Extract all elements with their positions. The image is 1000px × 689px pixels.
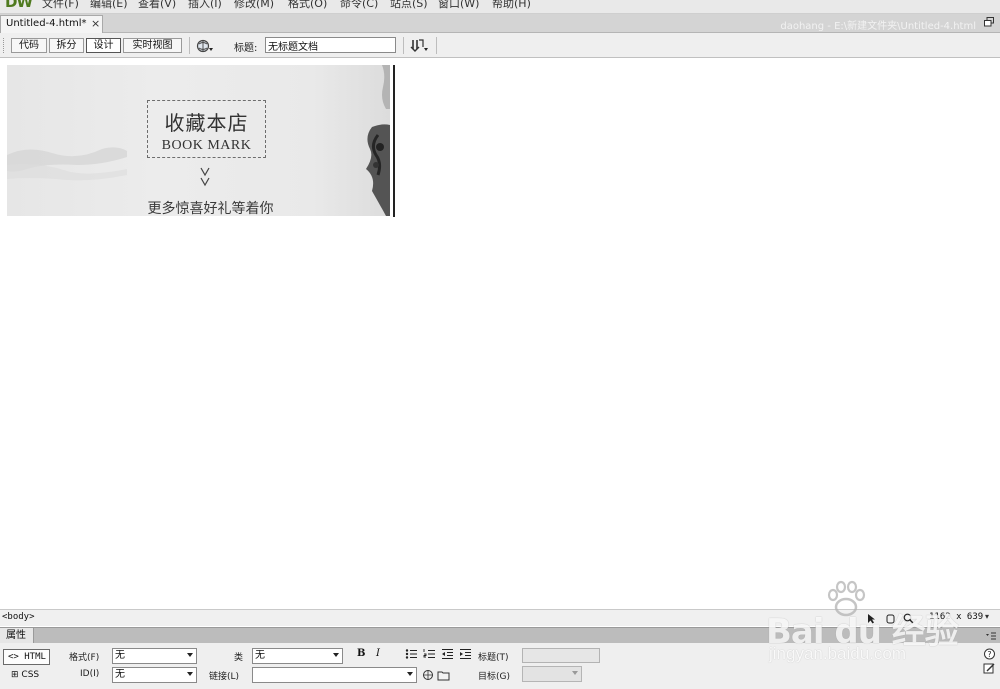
dreamweaver-logo: DW bbox=[5, 0, 33, 11]
bold-button[interactable]: B bbox=[357, 648, 365, 659]
menu-insert[interactable]: 插入(I) bbox=[188, 0, 222, 11]
restore-window-icon[interactable] bbox=[984, 17, 994, 27]
title-field-label: 标题(T) bbox=[478, 653, 509, 663]
properties-tab[interactable]: 属性 bbox=[0, 628, 34, 644]
select-tool-icon[interactable] bbox=[866, 613, 877, 624]
document-toolbar: 代码 拆分 设计 实时视图 标题: bbox=[0, 33, 1000, 58]
menu-file[interactable]: 文件(F) bbox=[42, 0, 79, 11]
bookmark-title-cn: 收藏本店 bbox=[164, 111, 249, 135]
design-view-button[interactable]: 设计 bbox=[86, 38, 121, 53]
tag-selector-body[interactable]: <body> bbox=[2, 612, 35, 622]
live-view-button[interactable]: 实时视图 bbox=[123, 38, 182, 53]
code-view-button[interactable]: 代码 bbox=[11, 38, 47, 53]
chevron-down-icon bbox=[200, 167, 210, 187]
id-label: ID(I) bbox=[80, 669, 100, 679]
hand-tool-icon[interactable] bbox=[885, 613, 896, 624]
indent-icon[interactable] bbox=[459, 648, 472, 660]
link-label: 链接(L) bbox=[209, 672, 240, 682]
split-view-button[interactable]: 拆分 bbox=[49, 38, 84, 53]
ink-wash-decoration bbox=[7, 147, 127, 181]
ink-wash-decoration bbox=[366, 65, 390, 216]
italic-button[interactable]: I bbox=[376, 648, 380, 659]
bookmark-frame: 收藏本店 BOOK MARK bbox=[147, 100, 266, 158]
document-title-input[interactable] bbox=[265, 37, 396, 53]
dropdown-arrow-icon bbox=[187, 653, 193, 657]
code-brackets-icon: <> bbox=[8, 652, 19, 662]
css-mode-label: CSS bbox=[21, 670, 40, 680]
window-size-readout[interactable]: 1162 x 639 bbox=[929, 612, 983, 622]
help-glyph: ? bbox=[987, 650, 991, 659]
menu-help[interactable]: 帮助(H) bbox=[492, 0, 531, 11]
toolbar-grip[interactable] bbox=[3, 38, 6, 53]
format-select-value: 无 bbox=[115, 650, 125, 661]
toolbar-separator bbox=[436, 37, 437, 54]
title-field-input[interactable] bbox=[522, 648, 600, 663]
more-gifts-text: 更多惊喜好礼等着你 bbox=[147, 201, 274, 216]
toolbar-separator bbox=[189, 37, 190, 54]
document-tab-bar: Untitled-4.html* × daohang - E:\新建文件夹\Un… bbox=[0, 14, 1000, 33]
target-select[interactable] bbox=[522, 666, 582, 682]
browse-folder-icon[interactable] bbox=[437, 669, 450, 681]
html-mode-label: HTML bbox=[24, 652, 46, 662]
help-icon[interactable]: ? bbox=[983, 648, 996, 660]
css-mode-button[interactable]: ⊞ CSS bbox=[3, 668, 50, 684]
text-insertion-cursor bbox=[393, 65, 395, 217]
ordered-list-icon[interactable] bbox=[423, 648, 436, 660]
format-label: 格式(F) bbox=[69, 653, 100, 663]
outdent-icon[interactable] bbox=[441, 648, 454, 660]
link-input[interactable] bbox=[252, 667, 417, 683]
menu-modify[interactable]: 修改(M) bbox=[234, 0, 274, 11]
properties-panel: <> HTML ⊞ CSS 格式(F) 无 ID(I) 无 类 无 链接(L) … bbox=[0, 643, 1000, 689]
dropdown-arrow-icon bbox=[187, 672, 193, 676]
preview-in-browser-icon[interactable] bbox=[196, 39, 214, 53]
format-select[interactable]: 无 bbox=[112, 648, 197, 664]
point-to-file-icon[interactable] bbox=[422, 669, 435, 681]
css-grid-icon: ⊞ bbox=[11, 670, 19, 680]
toolbar-separator bbox=[403, 37, 404, 54]
dropdown-arrow-icon bbox=[572, 671, 578, 675]
zoom-tool-icon[interactable] bbox=[903, 613, 914, 624]
class-select[interactable]: 无 bbox=[252, 648, 343, 664]
class-select-value: 无 bbox=[255, 650, 265, 661]
dropdown-arrow-icon bbox=[333, 653, 339, 657]
id-select-value: 无 bbox=[115, 669, 125, 680]
quick-tag-editor-icon[interactable] bbox=[983, 662, 996, 674]
id-select[interactable]: 无 bbox=[112, 667, 197, 683]
properties-panel-header: 属性 bbox=[0, 627, 1000, 644]
unordered-list-icon[interactable] bbox=[405, 648, 418, 660]
title-label: 标题: bbox=[234, 43, 258, 54]
status-bar: <body> 1162 x 639 ▾ bbox=[0, 609, 1000, 626]
menu-bar: DW 文件(F) 编辑(E) 查看(V) 插入(I) 修改(M) 格式(O) 命… bbox=[0, 0, 1000, 14]
close-tab-icon[interactable]: × bbox=[91, 17, 100, 30]
class-label: 类 bbox=[234, 653, 244, 663]
menu-window[interactable]: 窗口(W) bbox=[438, 0, 479, 11]
document-path: daohang - E:\新建文件夹\Untitled-4.html bbox=[780, 21, 976, 32]
window-size-dropdown-icon[interactable]: ▾ bbox=[985, 612, 989, 621]
design-canvas[interactable]: 收藏本店 BOOK MARK 更多惊喜好礼等着你 bbox=[0, 59, 1000, 609]
document-tab-label: Untitled-4.html* bbox=[6, 18, 87, 29]
document-tab[interactable]: Untitled-4.html* × bbox=[0, 15, 103, 33]
menu-site[interactable]: 站点(S) bbox=[390, 0, 428, 11]
bookmark-title-en: BOOK MARK bbox=[161, 138, 252, 153]
file-management-icon[interactable] bbox=[410, 38, 430, 53]
dropdown-arrow-icon bbox=[407, 672, 413, 676]
menu-format[interactable]: 格式(O) bbox=[288, 0, 327, 11]
menu-edit[interactable]: 编辑(E) bbox=[90, 0, 128, 11]
menu-commands[interactable]: 命令(C) bbox=[340, 0, 378, 11]
menu-view[interactable]: 查看(V) bbox=[138, 0, 176, 11]
panel-options-icon[interactable] bbox=[985, 631, 997, 641]
target-label: 目标(G) bbox=[478, 672, 510, 682]
bookmark-banner-image[interactable]: 收藏本店 BOOK MARK 更多惊喜好礼等着你 bbox=[7, 65, 390, 216]
html-mode-button[interactable]: <> HTML bbox=[3, 649, 50, 665]
